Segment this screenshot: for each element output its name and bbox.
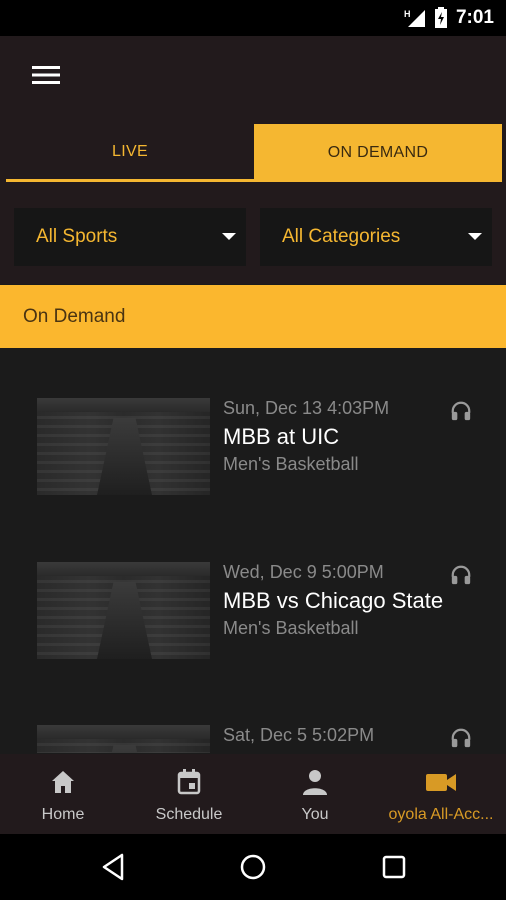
list-item[interactable]: Sat, Dec 5 5:02PM (0, 725, 506, 753)
sports-filter-dropdown[interactable]: All Sports (14, 208, 246, 266)
home-circle-icon[interactable] (237, 851, 269, 883)
section-title: On Demand (23, 305, 126, 327)
tab-bar: LIVE ON DEMAND (0, 116, 506, 188)
nav-all-access[interactable]: oyola All-Acc... (378, 754, 504, 834)
status-bar: H 7:01 (0, 0, 506, 36)
on-demand-list[interactable]: Sun, Dec 13 4:03PM MBB at UIC Men's Bask… (0, 348, 506, 753)
battery-charging-icon (434, 7, 447, 28)
calendar-icon (177, 769, 201, 795)
person-icon (303, 770, 327, 795)
nav-you-label: You (301, 806, 329, 823)
dropdown-caret-icon (222, 233, 236, 240)
tab-live[interactable]: LIVE (6, 124, 254, 182)
headphones-icon (451, 565, 471, 585)
nav-schedule-label: Schedule (155, 806, 223, 823)
dropdown-caret-icon (468, 233, 482, 240)
nav-home[interactable]: Home (0, 754, 126, 834)
item-category: Men's Basketball (223, 618, 359, 638)
app-bar (0, 36, 506, 116)
item-title: MBB vs Chicago State (223, 588, 444, 613)
headphones-icon (451, 728, 471, 748)
section-header: On Demand (0, 285, 506, 348)
clock: 7:01 (455, 7, 494, 28)
sports-filter-value: All Sports (36, 226, 118, 247)
network-signal-icon: H (404, 9, 425, 27)
video-thumbnail (37, 562, 210, 659)
back-icon[interactable] (98, 851, 130, 883)
system-navigation-bar (0, 834, 506, 900)
list-item[interactable]: Sun, Dec 13 4:03PM MBB at UIC Men's Bask… (0, 398, 506, 508)
nav-home-label: Home (41, 806, 85, 823)
list-item[interactable]: Wed, Dec 9 5:00PM MBB vs Chicago State M… (0, 562, 506, 672)
home-icon (52, 771, 74, 793)
video-thumbnail (37, 398, 210, 495)
item-category: Men's Basketball (223, 454, 359, 474)
hamburger-menu-icon[interactable] (32, 63, 60, 87)
tab-on-demand[interactable]: ON DEMAND (254, 124, 502, 182)
categories-filter-dropdown[interactable]: All Categories (260, 208, 492, 266)
bottom-navigation: Home Schedule You oyola All-Acc... (0, 754, 506, 834)
item-title: MBB at UIC (223, 424, 340, 449)
nav-you[interactable]: You (252, 754, 378, 834)
filter-bar: All Sports All Categories (0, 188, 506, 284)
item-date: Wed, Dec 9 5:00PM (223, 562, 384, 582)
video-camera-icon (426, 774, 456, 791)
categories-filter-value: All Categories (282, 226, 401, 247)
headphones-icon (451, 401, 471, 421)
nav-all-access-label: oyola All-Acc... (388, 806, 494, 823)
item-date: Sun, Dec 13 4:03PM (223, 398, 390, 418)
recent-apps-icon[interactable] (378, 851, 410, 883)
nav-schedule[interactable]: Schedule (126, 754, 252, 834)
video-thumbnail (37, 725, 210, 753)
item-date: Sat, Dec 5 5:02PM (223, 725, 375, 745)
network-type-label: H (404, 9, 411, 19)
